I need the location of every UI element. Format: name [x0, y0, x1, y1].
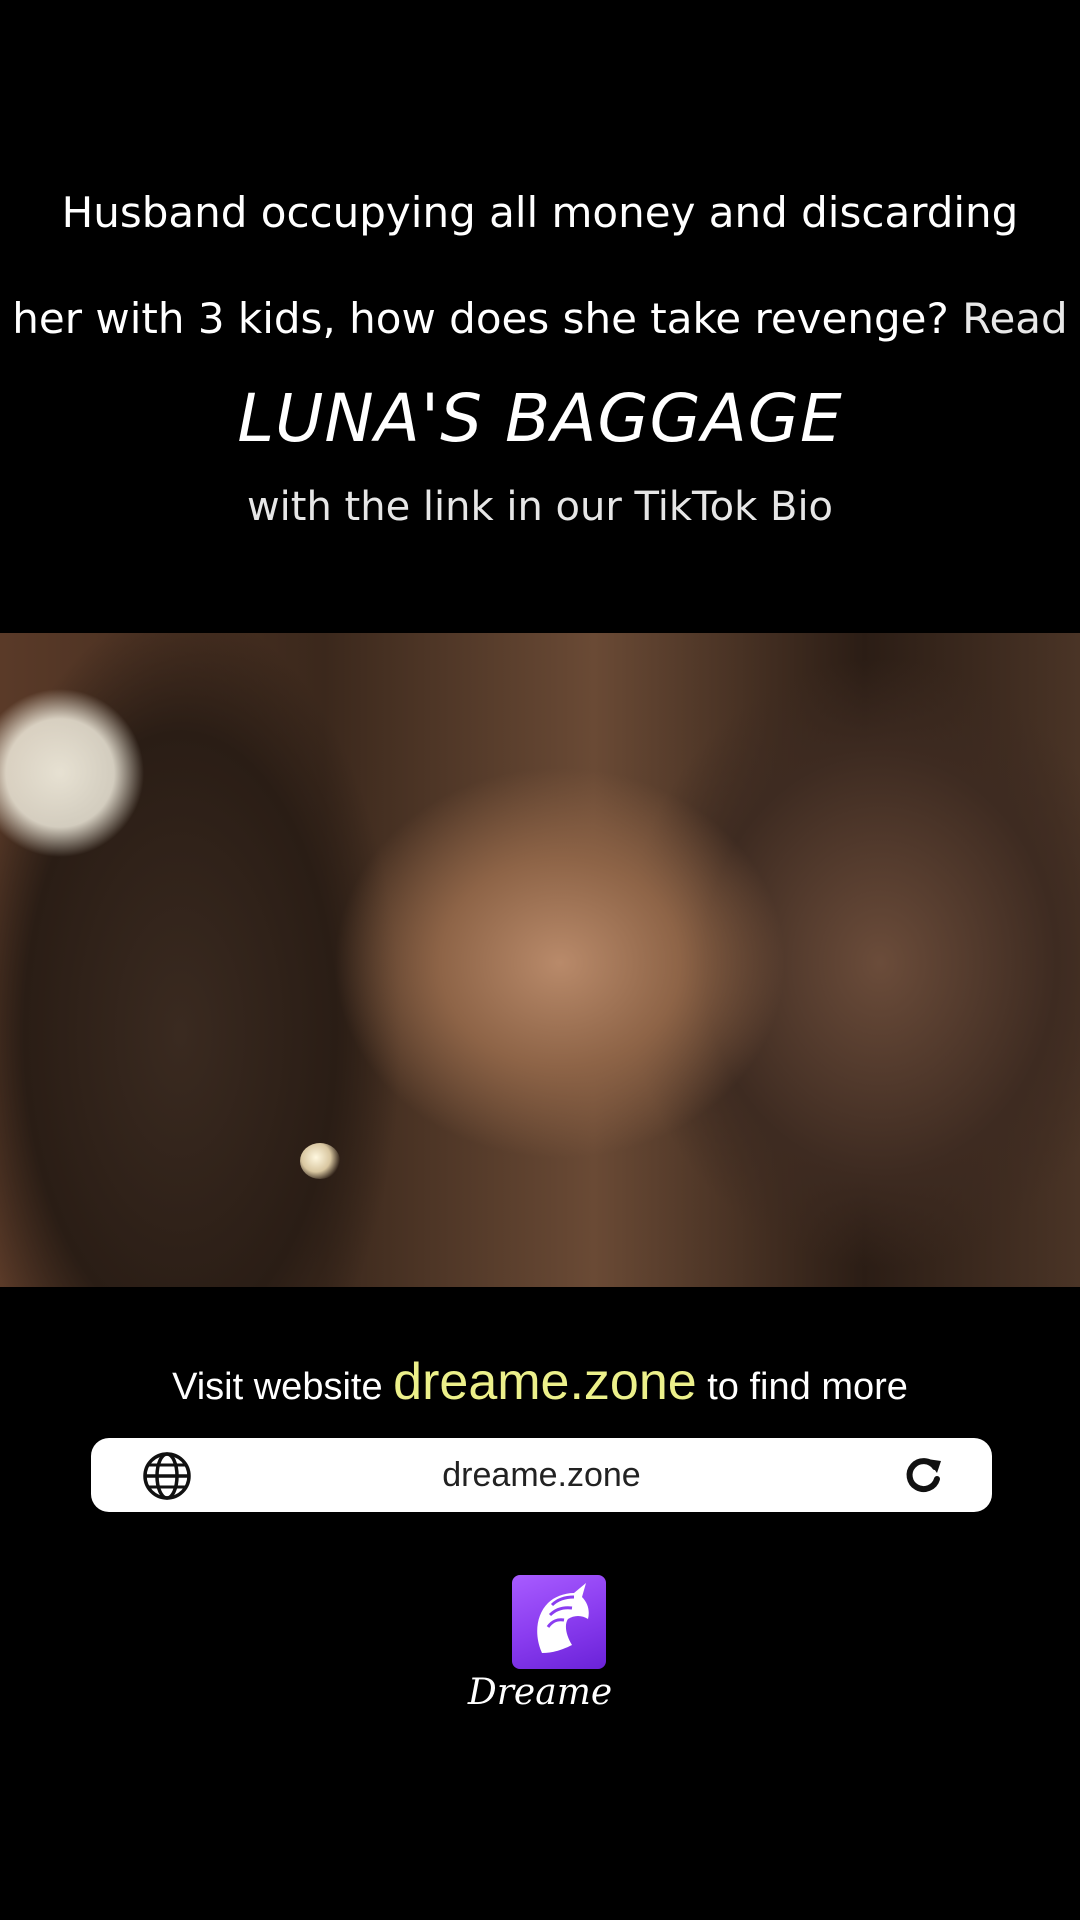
visit-prefix: Visit website	[172, 1366, 383, 1408]
dreame-logo[interactable]	[512, 1575, 606, 1669]
headline-text-2: her with 3 kids, how does she take reven…	[12, 294, 949, 343]
brand-name: Dreame	[467, 1672, 613, 1713]
visit-website-line: Visit website dreame.zone to find more	[0, 1352, 1080, 1412]
unicorn-logo-icon	[537, 1583, 589, 1653]
headline-text-1: Husband occupying all money and discardi…	[61, 188, 1019, 237]
headline-line-2: her with 3 kids, how does she take reven…	[0, 294, 1080, 343]
tiktok-bio-subline: with the link in our TikTok Bio	[246, 484, 834, 530]
video-frame	[0, 633, 1080, 1287]
book-title: LUNA'S BAGGAGE	[237, 380, 843, 457]
visit-site-link[interactable]: dreame.zone	[393, 1353, 697, 1411]
address-url[interactable]: dreame.zone	[91, 1438, 992, 1512]
reload-icon[interactable]	[901, 1453, 945, 1497]
visit-suffix: to find more	[707, 1366, 908, 1408]
read-word: Read	[962, 294, 1068, 343]
headline-line-1: Husband occupying all money and discardi…	[0, 188, 1080, 237]
earring-highlight	[300, 1143, 340, 1179]
address-bar[interactable]: dreame.zone	[91, 1438, 992, 1512]
